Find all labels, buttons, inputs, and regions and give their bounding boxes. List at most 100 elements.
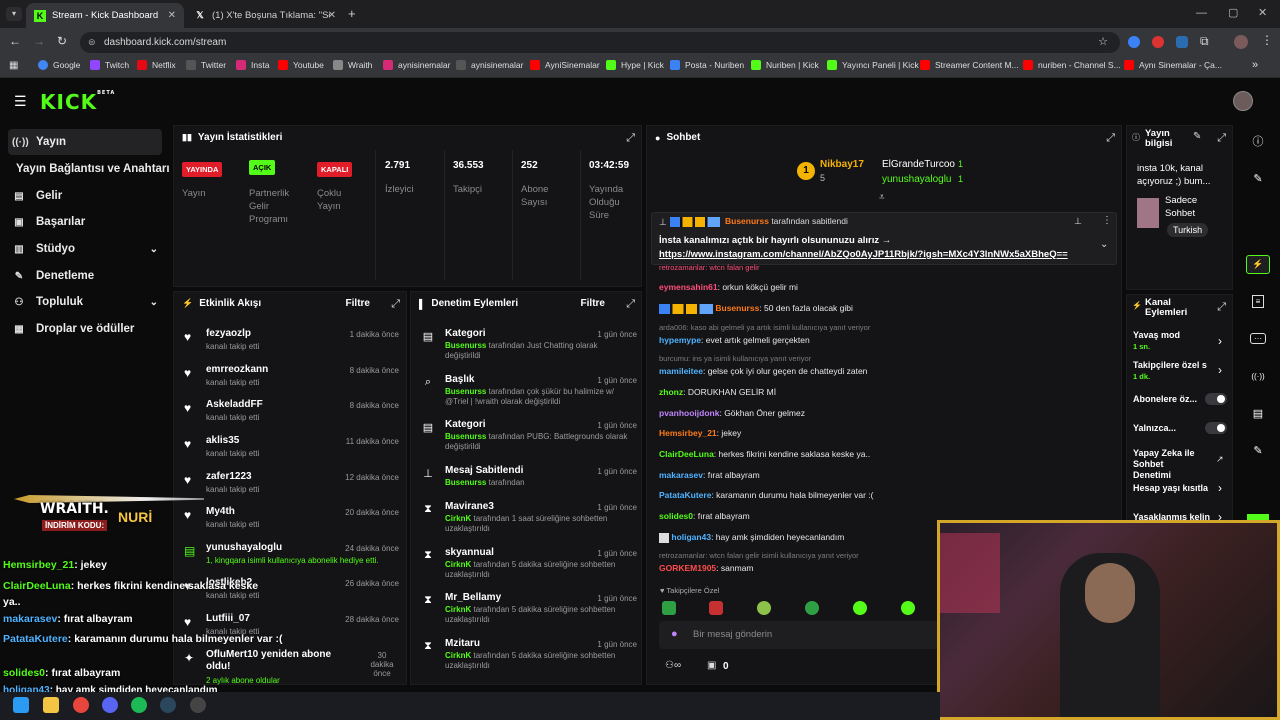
pinned-message[interactable]: ⊥ Busenurss tarafından sabitlendi ⊥ ⋮ İn…: [651, 212, 1117, 265]
emote-icon[interactable]: [757, 601, 771, 615]
emote-icon[interactable]: [709, 601, 723, 615]
profile-avatar-icon[interactable]: [1234, 35, 1248, 49]
gift-icon[interactable]: ▣: [707, 660, 716, 671]
browser-menu-icon[interactable]: ⋮: [1261, 33, 1273, 47]
bookmark-insta[interactable]: Insta: [236, 60, 269, 70]
sidebar-item-topluluk[interactable]: ⚇ Topluluk ⌄: [8, 289, 162, 315]
bookmark-netflix[interactable]: Netflix: [137, 60, 176, 70]
bookmark-yayinci-paneli[interactable]: Yayıncı Paneli | Kick: [827, 60, 919, 70]
rail-edit-button[interactable]: ✎: [1240, 164, 1276, 192]
chevron-right-icon[interactable]: ›: [1218, 481, 1222, 495]
forward-icon[interactable]: →: [33, 34, 45, 48]
address-bar[interactable]: ⊜ dashboard.kick.com/stream ☆: [80, 32, 1120, 53]
bookmark-twitch[interactable]: Twitch: [90, 60, 129, 70]
rail-moderation-button[interactable]: ✎: [1240, 436, 1276, 464]
microphone-icon[interactable]: ●: [671, 628, 678, 640]
emote-icon[interactable]: [901, 601, 915, 615]
bookmark-star-icon[interactable]: ☆: [1098, 32, 1108, 53]
minimize-window-icon[interactable]: —: [1196, 7, 1207, 19]
back-icon[interactable]: ←: [9, 34, 21, 48]
chevron-down-icon[interactable]: ⌄: [1100, 239, 1108, 250]
bookmark-streamer-content[interactable]: Streamer Content M...: [920, 60, 1019, 70]
browser-tab-kick-dashboard[interactable]: K Stream - Kick Dashboard ✕: [26, 3, 184, 28]
pinned-link[interactable]: https://www.instagram.com/channel/AbZQo0…: [659, 249, 1068, 260]
bookmark-aynisinemalar-yt[interactable]: AyniSinemalar: [530, 60, 600, 70]
file-explorer-icon[interactable]: [43, 697, 59, 713]
emotes-only-toggle[interactable]: [1205, 422, 1227, 434]
expand-icon[interactable]: ⤢: [626, 132, 635, 145]
close-window-icon[interactable]: ✕: [1258, 6, 1267, 19]
chevron-right-icon[interactable]: ›: [1218, 363, 1222, 377]
bookmark-posta[interactable]: Posta - Nuriben: [670, 60, 744, 70]
windows-start-icon[interactable]: [13, 697, 29, 713]
sidebar-item-studyo[interactable]: ▥ Stüdyo ⌄: [8, 236, 162, 262]
sidebar-item-stream-key[interactable]: Yayın Bağlantısı ve Anahtarı: [16, 156, 170, 182]
collapse-chevron-icon[interactable]: ⩡: [879, 192, 885, 203]
rail-modlog-button[interactable]: ▤: [1240, 399, 1276, 427]
extensions-puzzle-icon[interactable]: ⧉: [1200, 34, 1209, 49]
slow-mode-setting[interactable]: Yavaş mod 1 sn.: [1133, 330, 1180, 351]
rail-list-button[interactable]: ≡: [1240, 287, 1276, 315]
discord-icon[interactable]: [102, 697, 118, 713]
hamburger-menu-icon[interactable]: ☰: [14, 93, 27, 110]
extension-icon[interactable]: [1176, 36, 1188, 48]
bookmark-twitter[interactable]: Twitter: [186, 60, 226, 70]
maximize-window-icon[interactable]: ▢: [1228, 6, 1238, 19]
account-age-setting[interactable]: Hesap yaşı kısıtla: [1133, 483, 1208, 493]
bookmark-aynisinemalar-x[interactable]: aynisinemalar: [456, 60, 523, 70]
ai-moderation-setting[interactable]: Yapay Zeka ile Sohbet Denetimi: [1133, 448, 1201, 481]
reload-icon[interactable]: ↻: [57, 34, 67, 48]
filter-button[interactable]: Filtre: [346, 298, 370, 309]
bookmark-youtube[interactable]: Youtube: [278, 60, 324, 70]
site-info-icon[interactable]: ⊜: [88, 32, 96, 53]
bookmark-ayni-sinemalar[interactable]: Aynı Sinemalar - Ça...: [1124, 60, 1222, 70]
unpin-icon[interactable]: ⊥: [1074, 216, 1082, 227]
sidebar-item-gelir[interactable]: ▤ Gelir: [8, 183, 162, 209]
sidebar-item-basarilar[interactable]: ▣ Başarılar: [8, 209, 162, 235]
expand-icon[interactable]: ⤢: [626, 298, 635, 311]
chat-input[interactable]: ● Bir mesaj gönderin: [659, 621, 939, 649]
expand-icon[interactable]: ⤢: [1217, 132, 1226, 145]
rail-info-button[interactable]: ⓘ: [1240, 127, 1276, 155]
bookmark-nuriben-kick[interactable]: Nuriben | Kick: [751, 60, 819, 70]
bookmark-hype-kick[interactable]: Hype | Kick: [606, 60, 664, 70]
more-bookmarks-icon[interactable]: »: [1252, 59, 1258, 71]
extension-icon[interactable]: [1128, 36, 1140, 48]
sidebar-item-droplar[interactable]: ▦ Droplar ve ödüller: [8, 316, 162, 342]
expand-icon[interactable]: ⤢: [391, 298, 400, 311]
filter-button[interactable]: Filtre: [581, 298, 605, 309]
chrome-icon[interactable]: [73, 697, 89, 713]
emote-icon[interactable]: [805, 601, 819, 615]
bookmark-google[interactable]: Google: [38, 60, 80, 70]
more-options-icon[interactable]: ⋮: [1102, 215, 1112, 226]
browser-tab-x[interactable]: 𝕏 (1) X'te Boşuna Tıklama: "Soru: ✕: [186, 3, 344, 28]
bookmark-nuriben-channel[interactable]: nuriben - Channel S...: [1023, 60, 1121, 70]
tab-list-menu-icon[interactable]: ▾: [6, 7, 22, 21]
sidebar-item-yayin[interactable]: ((·)) Yayın: [8, 129, 162, 155]
emote-icon[interactable]: [853, 601, 867, 615]
rail-broadcast-button[interactable]: ((·)): [1240, 362, 1276, 390]
expand-icon[interactable]: ⤢: [1106, 132, 1115, 145]
new-tab-icon[interactable]: +: [348, 6, 356, 21]
rail-chat-button[interactable]: ···: [1240, 324, 1276, 352]
extension-icon[interactable]: [1152, 36, 1164, 48]
close-tab-icon[interactable]: ✕: [328, 10, 336, 21]
apps-grid-icon[interactable]: ▦: [9, 60, 18, 71]
followers-only-setting[interactable]: Takipçilere özel s1 dk.: [1133, 360, 1213, 381]
emote-icon[interactable]: [662, 601, 676, 615]
sidebar-item-denetleme[interactable]: ✎ Denetleme: [8, 263, 162, 289]
spotify-icon[interactable]: [131, 697, 147, 713]
rail-actions-button[interactable]: ⚡: [1240, 250, 1276, 278]
external-link-icon[interactable]: ↗: [1216, 454, 1224, 465]
close-tab-icon[interactable]: ✕: [168, 10, 176, 21]
bookmark-wraith[interactable]: Wraith: [333, 60, 372, 70]
bookmark-aynisinemalar[interactable]: aynisinemalar: [383, 60, 450, 70]
chat-users-icon[interactable]: ⚇∞: [665, 660, 681, 671]
steam-icon[interactable]: [160, 697, 176, 713]
obs-icon[interactable]: [190, 697, 206, 713]
edit-icon[interactable]: ✎: [1193, 131, 1201, 142]
user-avatar[interactable]: [1233, 91, 1253, 111]
chevron-right-icon[interactable]: ›: [1218, 334, 1222, 348]
kick-logo[interactable]: KICKBETA: [40, 90, 115, 114]
expand-icon[interactable]: ⤢: [1217, 301, 1226, 314]
